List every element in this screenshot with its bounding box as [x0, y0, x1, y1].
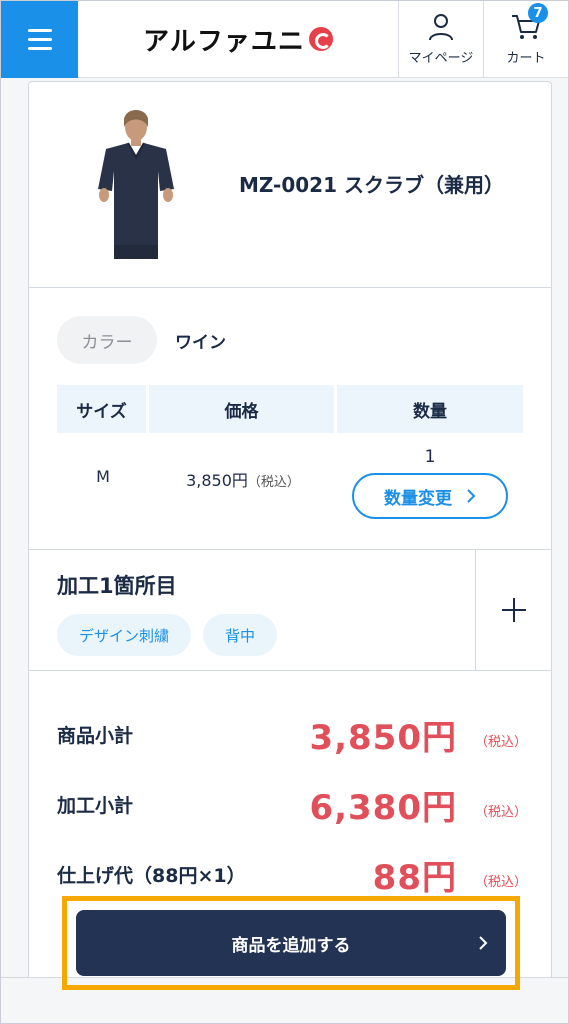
- site-header: アルファユニ マイページ カート 7: [1, 1, 568, 78]
- logo-mark-icon: [308, 27, 333, 51]
- size-cell: M: [96, 467, 110, 486]
- processing-info: 加工1箇所目 デザイン刺繍 背中: [29, 550, 475, 670]
- col-header-qty: 数量: [337, 385, 523, 433]
- processing-tags: デザイン刺繍 背中: [57, 614, 475, 656]
- processing-tag-type: デザイン刺繍: [57, 614, 192, 656]
- cart-item-card: MZ-0021 スクラブ（兼用） カラー ワイン サイズ 価格 数量 M 3,8…: [28, 81, 552, 981]
- price-value: 3,850円: [186, 471, 248, 490]
- price-cell: 3,850円（税込）: [149, 433, 337, 519]
- table-row: M 3,850円（税込） 1 数量変更: [57, 433, 523, 519]
- qty-cell: 1 数量変更: [337, 433, 523, 519]
- subtotal-label: 仕上げ代（88円×1）: [57, 864, 246, 887]
- color-row: カラー ワイン: [57, 316, 523, 364]
- cart-count-badge: 7: [528, 3, 548, 23]
- cart-button[interactable]: カート 7: [483, 1, 568, 78]
- menu-icon-bar: [27, 38, 52, 41]
- add-product-label: 商品を追加する: [231, 935, 351, 956]
- subtotal-row-processing: 加工小計 6,380円 （税込）: [57, 769, 528, 839]
- hamburger-menu-button[interactable]: [1, 1, 78, 78]
- col-header-price: 価格: [149, 385, 337, 433]
- subtotal-value: 6,380円: [309, 787, 457, 828]
- add-product-highlight: 商品を追加する: [62, 896, 520, 990]
- qty-value: 1: [424, 447, 436, 467]
- subtotal-tax-note: （税込）: [475, 874, 528, 890]
- subtotal-value: 88円: [372, 857, 457, 898]
- col-header-size: サイズ: [57, 385, 149, 433]
- page: アルファユニ マイページ カート 7 MZ-0021 スクラブ（兼用） カラー …: [0, 0, 569, 1024]
- price-tax-note: （税込）: [247, 475, 300, 490]
- chevron-right-icon: [467, 489, 476, 503]
- mypage-label: マイページ: [408, 51, 474, 66]
- plus-icon: [501, 598, 526, 622]
- processing-section: 加工1箇所目 デザイン刺繍 背中: [29, 550, 551, 671]
- logo-text: アルファユニ: [143, 26, 305, 57]
- menu-icon-bar: [27, 47, 52, 50]
- product-image: [98, 109, 174, 259]
- change-quantity-label: 数量変更: [384, 488, 452, 509]
- subtotals: 商品小計 3,850円 （税込） 加工小計 6,380円 （税込） 仕上げ代（8…: [29, 671, 551, 909]
- subtotal-tax-note: （税込）: [475, 734, 528, 750]
- subtotal-label: 加工小計: [57, 794, 134, 817]
- product-name: MZ-0021 スクラブ（兼用）: [239, 172, 504, 197]
- expand-processing-button[interactable]: [475, 550, 551, 670]
- subtotal-label: 商品小計: [57, 724, 134, 747]
- processing-title: 加工1箇所目: [57, 574, 177, 598]
- change-quantity-button[interactable]: 数量変更: [352, 473, 508, 519]
- chevron-right-icon: [479, 936, 488, 950]
- subtotal-tax-note: （税込）: [475, 804, 528, 820]
- subtotal-value: 3,850円: [309, 717, 457, 758]
- size-price-table: サイズ 価格 数量 M 3,850円（税込） 1 数量変更: [57, 385, 523, 519]
- subtotal-row-product: 商品小計 3,850円 （税込）: [57, 699, 528, 769]
- color-label: カラー: [57, 316, 157, 364]
- product-detail: カラー ワイン サイズ 価格 数量 M 3,850円（税込） 1 数量変更: [29, 288, 551, 550]
- color-value: ワイン: [175, 332, 226, 353]
- menu-icon-bar: [27, 29, 52, 32]
- add-product-button[interactable]: 商品を追加する: [76, 910, 506, 976]
- site-logo[interactable]: アルファユニ: [78, 1, 398, 77]
- mypage-button[interactable]: マイページ: [398, 1, 483, 78]
- processing-tag-position: 背中: [203, 614, 278, 656]
- product-summary: MZ-0021 スクラブ（兼用）: [29, 82, 551, 288]
- cart-label: カート: [506, 51, 546, 66]
- user-icon: [429, 14, 453, 41]
